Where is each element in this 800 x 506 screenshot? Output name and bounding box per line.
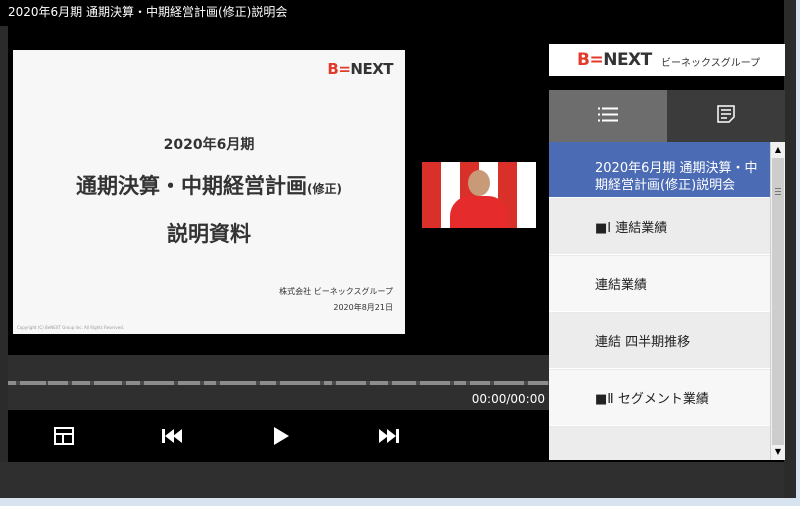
skip-back-icon[interactable] <box>158 424 186 448</box>
frame-edge <box>0 498 800 506</box>
seek-segment <box>48 381 68 385</box>
list-icon <box>598 107 618 126</box>
seek-segment <box>20 381 46 385</box>
skip-forward-icon[interactable] <box>375 424 403 448</box>
seek-segment <box>72 381 90 385</box>
tab-notes[interactable] <box>667 90 785 142</box>
seek-segment <box>280 381 320 385</box>
seek-segment <box>94 381 122 385</box>
play-icon[interactable] <box>267 424 295 448</box>
seek-bar[interactable] <box>8 381 549 385</box>
seek-segment <box>494 381 524 385</box>
slide-title: 通期決算・中期経営計画(修正) <box>76 174 342 198</box>
slide-view: B=NEXT 2020年6月期 通期決算・中期経営計画(修正) 説明資料 株式会… <box>13 50 405 334</box>
sidebar-logo-text: ビーネックスグループ <box>661 58 761 69</box>
slide-period: 2020年6月期 <box>163 137 255 153</box>
frame-edge-right <box>796 0 800 506</box>
progress-area: 00:00/00:00 <box>8 355 549 410</box>
window-title: 2020年6月期 通期決算・中期経営計画(修正)説明会 <box>0 0 800 26</box>
slide-date: 2020年8月21日 <box>333 303 393 312</box>
slide-company: 株式会社 ビーネックスグループ <box>279 287 393 296</box>
presenter-figure <box>450 196 508 228</box>
toc-item-section-1[interactable]: ■Ⅰ 連結業績 <box>549 199 770 255</box>
presenter-head <box>468 170 490 196</box>
toc-list: 2020年6月期 通期決算・中期経営計画(修正)説明会 ■Ⅰ 連結業績 連結業績… <box>549 142 770 460</box>
seek-segment <box>528 381 548 385</box>
seek-segment <box>8 381 16 385</box>
sidebar-logo: B=NEXT ビーネックスグループ <box>549 44 785 76</box>
toc-scrollbar[interactable]: ▲ ▼ <box>770 142 785 460</box>
presenter-video <box>422 162 536 228</box>
time-display: 00:00/00:00 <box>471 392 545 406</box>
toc-item-title[interactable]: 2020年6月期 通期決算・中期経営計画(修正)説明会 <box>549 142 770 198</box>
layout-icon[interactable] <box>50 424 78 448</box>
slide-logo: B=NEXT <box>327 60 393 78</box>
frame-left <box>0 26 8 506</box>
slide-copyright: Copyright (C) BeNEXT Group Inc. All Righ… <box>17 325 125 330</box>
seek-segment <box>420 381 450 385</box>
seek-segment <box>178 381 200 385</box>
toc-item-next[interactable] <box>549 427 770 460</box>
seek-segment <box>144 381 174 385</box>
seek-segment <box>220 381 256 385</box>
seek-segment <box>470 381 490 385</box>
notes-icon <box>717 105 735 127</box>
seek-segment <box>260 381 276 385</box>
seek-segment <box>370 381 388 385</box>
toc-item-consolidated[interactable]: 連結業績 <box>549 256 770 312</box>
seek-segment <box>336 381 366 385</box>
seek-segment <box>324 381 332 385</box>
scroll-down-icon[interactable]: ▼ <box>772 445 784 459</box>
seek-segment <box>392 381 416 385</box>
seek-segment <box>204 381 216 385</box>
seek-segment <box>126 381 140 385</box>
seek-segment <box>454 381 466 385</box>
player-controls <box>8 410 549 462</box>
scroll-thumb[interactable] <box>772 158 784 448</box>
tab-list[interactable] <box>549 90 667 142</box>
toc-item-section-2[interactable]: ■Ⅱ セグメント業績 <box>549 370 770 426</box>
slide-subtitle: 説明資料 <box>167 222 251 246</box>
scroll-up-icon[interactable]: ▲ <box>772 143 784 157</box>
toc-item-quarterly[interactable]: 連結 四半期推移 <box>549 313 770 369</box>
